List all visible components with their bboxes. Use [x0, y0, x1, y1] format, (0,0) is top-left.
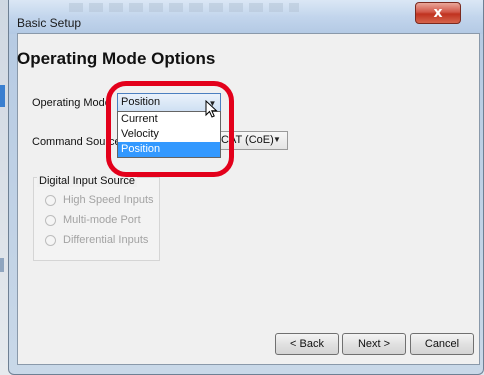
background-mark [0, 258, 4, 272]
next-button[interactable]: Next > [342, 333, 406, 355]
radio-differential-inputs[interactable] [45, 235, 56, 246]
close-icon: x [433, 5, 443, 21]
digital-input-source-title: Digital Input Source [37, 175, 137, 187]
close-button[interactable]: x [415, 2, 461, 24]
radio-label: Multi-mode Port [63, 214, 141, 226]
background-mark [0, 85, 5, 107]
operating-mode-label: Operating Mode [32, 97, 111, 109]
radio-high-speed-inputs[interactable] [45, 195, 56, 206]
title-bar-decoration [69, 3, 299, 12]
radio-label: Differential Inputs [63, 234, 149, 246]
radio-label: High Speed Inputs [63, 194, 154, 206]
window-title: Basic Setup [17, 16, 82, 30]
highlight-annotation [106, 81, 234, 177]
title-bar[interactable]: Basic Setup x [9, 0, 483, 34]
page-title: Operating Mode Options [17, 49, 216, 68]
radio-multi-mode-port[interactable] [45, 215, 56, 226]
back-button[interactable]: < Back [275, 333, 339, 355]
chevron-down-icon[interactable]: ▼ [273, 135, 281, 144]
mouse-pointer-icon [205, 100, 218, 118]
cancel-button[interactable]: Cancel [410, 333, 474, 355]
